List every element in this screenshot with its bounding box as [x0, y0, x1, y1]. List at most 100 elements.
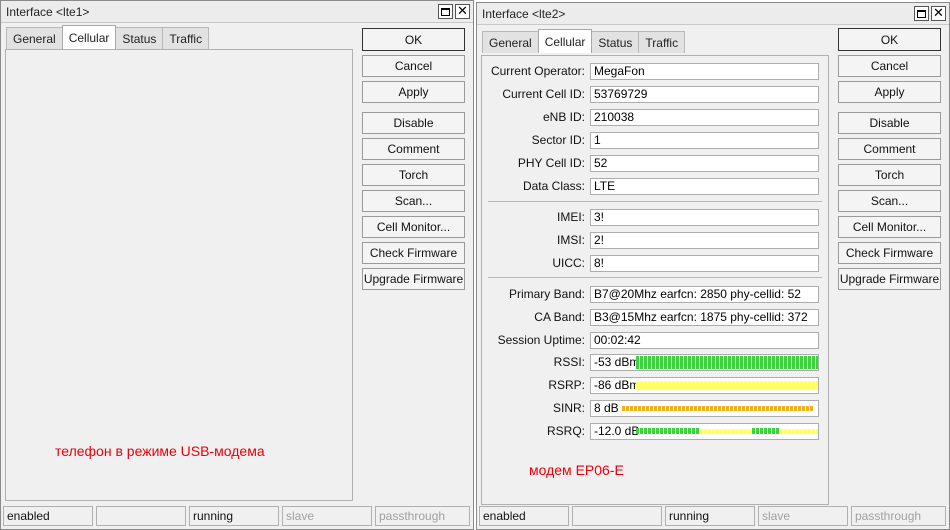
close-icon[interactable]: ✕: [455, 4, 470, 19]
signal-bar-segment: [788, 380, 791, 390]
scan-button[interactable]: Scan...: [838, 190, 941, 212]
tab-traffic[interactable]: Traffic: [638, 31, 686, 53]
signal-bar-segment: [812, 428, 815, 434]
signal-bar-segment: [684, 380, 687, 390]
phy-cell-id-value[interactable]: 52: [590, 154, 819, 172]
rssi-value[interactable]: -53 dBm: [590, 353, 819, 371]
signal-bar-segment: [674, 405, 677, 411]
ok-button[interactable]: OK: [838, 28, 941, 51]
ok-button[interactable]: OK: [362, 28, 465, 51]
signal-bar-segment: [660, 355, 663, 369]
maximize-icon[interactable]: [914, 6, 929, 21]
signal-bar-segment: [704, 428, 707, 434]
window-titlebar[interactable]: Interface <lte2> ✕: [477, 3, 949, 25]
signal-bar-segment: [698, 405, 701, 411]
disable-button[interactable]: Disable: [362, 112, 465, 134]
maximize-icon[interactable]: [438, 4, 453, 19]
data-class-value[interactable]: LTE: [590, 177, 819, 195]
current-cell-id-value[interactable]: 53769729: [590, 85, 819, 103]
sinr-value[interactable]: 8 dB: [590, 399, 819, 417]
signal-bar-segment: [728, 428, 731, 434]
signal-bar-segment: [804, 428, 807, 434]
signal-bar-segment: [772, 428, 775, 434]
sinr-text: 8 dB: [594, 400, 619, 415]
rsrp-text: -86 dBm: [594, 377, 640, 392]
signal-bar-segment: [796, 380, 799, 390]
check-firmware-button[interactable]: Check Firmware: [362, 242, 465, 264]
signal-bar-segment: [798, 405, 801, 411]
field-label: RSRP:: [548, 378, 585, 392]
signal-bar-segment: [696, 380, 699, 390]
field-label: IMSI:: [556, 233, 585, 247]
signal-bar-segment: [686, 405, 689, 411]
signal-bar-segment: [688, 428, 691, 434]
uicc-value[interactable]: 8!: [590, 254, 819, 272]
signal-bar-segment: [712, 380, 715, 390]
cell-monitor-button[interactable]: Cell Monitor...: [838, 216, 941, 238]
rsrq-value[interactable]: -12.0 dB: [590, 422, 819, 440]
annotation-label: модем EP06-E: [529, 462, 624, 478]
signal-bar-segment: [740, 380, 743, 390]
field-current-operator: Current Operator: MegaFon: [486, 62, 819, 80]
enb-id-value[interactable]: 210038: [590, 108, 819, 126]
signal-bar-segment: [720, 380, 723, 390]
comment-button[interactable]: Comment: [838, 138, 941, 160]
tab-status[interactable]: Status: [591, 31, 640, 53]
signal-bar-segment: [816, 380, 818, 390]
signal-bar-segment: [712, 355, 715, 369]
current-operator-value[interactable]: MegaFon: [590, 62, 819, 80]
status-enabled: enabled: [3, 506, 93, 526]
cancel-button[interactable]: Cancel: [838, 55, 941, 77]
primary-band-value[interactable]: B7@20Mhz earfcn: 2850 phy-cellid: 52: [590, 285, 819, 303]
sector-id-value[interactable]: 1: [590, 131, 819, 149]
imsi-value[interactable]: 2!: [590, 231, 819, 249]
session-uptime-value[interactable]: 00:02:42: [590, 331, 819, 349]
field-label: Current Operator:: [490, 64, 585, 78]
rsrp-value[interactable]: -86 dBm: [590, 376, 819, 394]
cancel-button[interactable]: Cancel: [362, 55, 465, 77]
comment-button[interactable]: Comment: [362, 138, 465, 160]
signal-bar-segment: [736, 428, 739, 434]
window-titlebar[interactable]: Interface <lte1> ✕: [1, 1, 473, 23]
signal-bar-segment: [736, 380, 739, 390]
field-label: Session Uptime:: [497, 333, 585, 347]
tab-cellular[interactable]: Cellular: [61, 25, 117, 49]
upgrade-firmware-button[interactable]: Upgrade Firmware: [838, 268, 941, 290]
cell-monitor-button[interactable]: Cell Monitor...: [362, 216, 465, 238]
signal-bar-segment: [764, 380, 767, 390]
status-slave: slave: [758, 506, 848, 526]
torch-button[interactable]: Torch: [838, 164, 941, 186]
scan-button[interactable]: Scan...: [362, 190, 465, 212]
upgrade-firmware-button[interactable]: Upgrade Firmware: [362, 268, 465, 290]
signal-bar-segment: [640, 355, 643, 369]
tab-general[interactable]: General: [482, 31, 539, 53]
close-icon[interactable]: ✕: [931, 6, 946, 21]
field-label: UICC:: [552, 256, 585, 270]
window-title: Interface <lte1>: [6, 4, 90, 19]
signal-bar-segment: [786, 405, 789, 411]
ca-band-value[interactable]: B3@15Mhz earfcn: 1875 phy-cellid: 372: [590, 308, 819, 326]
torch-button[interactable]: Torch: [362, 164, 465, 186]
signal-bar-segment: [648, 355, 651, 369]
disable-button[interactable]: Disable: [838, 112, 941, 134]
apply-button[interactable]: Apply: [362, 81, 465, 103]
signal-bar-segment: [716, 380, 719, 390]
signal-bar-segment: [800, 355, 803, 369]
signal-bar-segment: [696, 428, 699, 434]
signal-bar-segment: [676, 355, 679, 369]
field-label: IMEI:: [556, 210, 585, 224]
signal-bar-segment: [758, 405, 761, 411]
tab-traffic[interactable]: Traffic: [162, 27, 210, 49]
tab-general[interactable]: General: [6, 27, 63, 49]
signal-bar-segment: [768, 355, 771, 369]
check-firmware-button[interactable]: Check Firmware: [838, 242, 941, 264]
field-label: SINR:: [552, 401, 585, 415]
apply-button[interactable]: Apply: [838, 81, 941, 103]
tab-status[interactable]: Status: [115, 27, 164, 49]
signal-bar-segment: [644, 380, 647, 390]
tab-cellular[interactable]: Cellular: [537, 29, 593, 53]
field-phy-cell-id: PHY Cell ID: 52: [486, 154, 819, 172]
signal-bar-segment: [776, 380, 779, 390]
imei-value[interactable]: 3!: [590, 208, 819, 226]
annotation-label: телефон в режиме USB-модема: [55, 443, 265, 459]
